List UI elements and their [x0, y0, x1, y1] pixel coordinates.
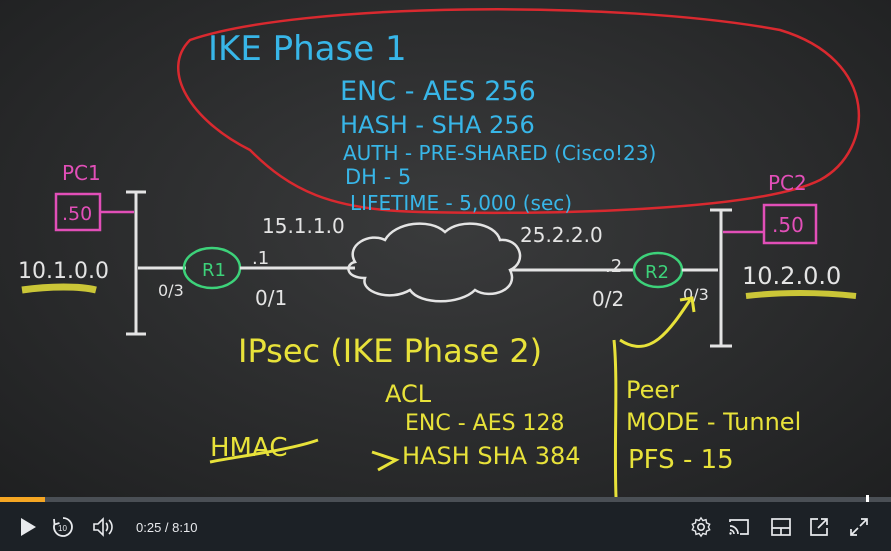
control-bar: 10 0:25 / 8:10: [0, 502, 891, 551]
phase1-item: HASH - SHA 256: [340, 111, 535, 139]
pc2-label: PC2: [768, 171, 807, 195]
cast-button[interactable]: [726, 514, 752, 540]
internet-cloud: [347, 222, 522, 303]
volume-button[interactable]: [90, 514, 116, 540]
pc2-addr: .50: [772, 213, 804, 237]
cast-icon: [729, 519, 749, 535]
link-right: 25.2.2.0: [520, 223, 603, 247]
whiteboard-drawing: IKE Phase 1 ENC - AES 256 HASH - SHA 256…: [18, 8, 860, 497]
phase1-item: DH - 5: [345, 165, 411, 189]
popout-icon: [810, 518, 828, 536]
time-display: 0:25 / 8:10: [136, 520, 197, 535]
play-icon: [21, 518, 36, 536]
rewind-10-icon: 10: [53, 517, 73, 537]
r1-label: R1: [202, 260, 226, 281]
video-frame[interactable]: IKE Phase 1 ENC - AES 256 HASH - SHA 256…: [0, 0, 891, 497]
r2-if-wan: 0/2: [592, 287, 624, 311]
phase2-item: ENC - AES 128: [405, 411, 565, 436]
net-left: 10.1.0.0: [18, 259, 109, 284]
settings-icon: [691, 516, 711, 538]
settings-button[interactable]: [688, 514, 714, 540]
pc1-label: PC1: [62, 161, 101, 185]
pc1-addr: .50: [62, 203, 92, 225]
time-current: 0:25: [136, 520, 162, 535]
r2-host: .2: [605, 256, 622, 277]
mode-label: MODE - Tunnel: [626, 408, 801, 436]
video-player: IKE Phase 1 ENC - AES 256 HASH - SHA 256…: [0, 0, 891, 551]
r1-if-lan: 0/3: [158, 281, 184, 300]
phase1-item: AUTH - PRE-SHARED (Cisco!23): [343, 141, 656, 165]
phase2-item: HASH SHA 384: [402, 442, 581, 470]
fullscreen-icon: [850, 518, 868, 536]
rewind-10-button[interactable]: 10: [50, 514, 76, 540]
svg-text:10: 10: [58, 524, 67, 533]
time-separator: /: [161, 520, 173, 535]
phase1-item: LIFETIME - 5,000 (sec): [350, 191, 572, 215]
phase1-item: ENC - AES 256: [340, 76, 536, 107]
r1-host: .1: [252, 248, 269, 269]
r2-label: R2: [645, 262, 669, 283]
peer-label: Peer: [626, 376, 679, 404]
r1-if-wan: 0/1: [255, 286, 287, 310]
fullscreen-button[interactable]: [846, 514, 872, 540]
popout-button[interactable]: [806, 514, 832, 540]
phase2-title: IPsec (IKE Phase 2): [238, 332, 542, 370]
theater-mode-icon: [771, 518, 791, 536]
link-left: 15.1.1.0: [262, 214, 345, 238]
pfs-label: PFS - 15: [628, 445, 734, 475]
phase2-item: ACL: [385, 380, 432, 408]
r2-if-lan: 0/3: [683, 285, 709, 304]
net-right: 10.2.0.0: [742, 262, 841, 290]
phase1-title: IKE Phase 1: [208, 29, 407, 69]
theater-mode-button[interactable]: [768, 514, 794, 540]
time-total: 8:10: [172, 520, 198, 535]
volume-icon: [93, 517, 113, 537]
play-button[interactable]: [16, 514, 40, 540]
